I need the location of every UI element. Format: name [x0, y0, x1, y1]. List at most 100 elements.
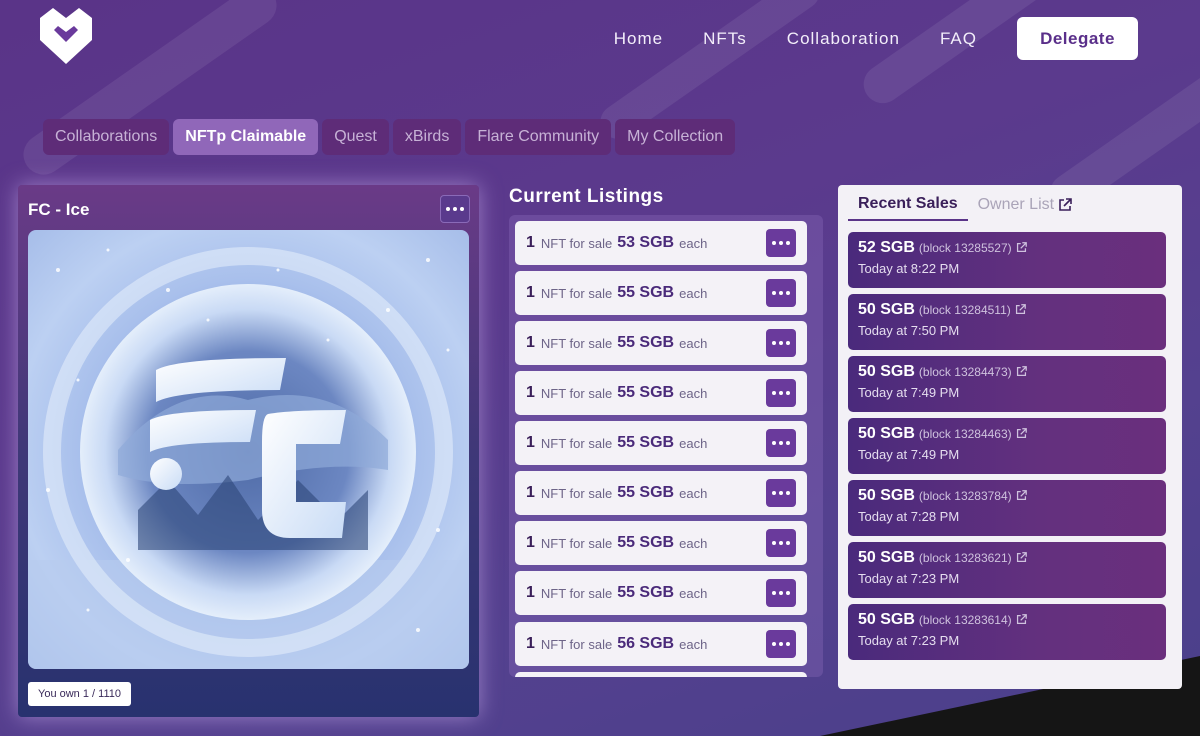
listing-price: 55 SGB [617, 584, 675, 601]
listing-options-button[interactable] [766, 429, 796, 457]
card-options-button[interactable] [440, 195, 470, 223]
sale-block[interactable]: (block 13283621) [919, 551, 1012, 565]
listing-label: NFT for sale [540, 485, 613, 501]
sale-item[interactable]: 50 SGB (block 13283621) Today at 7:23 PM [848, 542, 1166, 598]
listing-row: 1 NFT for sale 55 SGB each [515, 571, 807, 615]
listing-label: NFT for sale [540, 585, 613, 601]
listing-options-button[interactable] [766, 379, 796, 407]
sale-amount: 52 SGB [858, 239, 915, 256]
fc-ice-orb-icon [28, 247, 469, 669]
listing-options-button[interactable] [766, 479, 796, 507]
listing-unit: each [679, 585, 708, 601]
sale-item[interactable]: 50 SGB (block 13283614) Today at 7:23 PM [848, 604, 1166, 660]
listing-price: 56 SGB [617, 635, 675, 652]
sale-amount: 50 SGB [858, 611, 915, 628]
listing-unit: each [679, 485, 708, 501]
sale-item[interactable]: 50 SGB (block 13284463) Today at 7:49 PM [848, 418, 1166, 474]
listing-options-button[interactable] [766, 329, 796, 357]
tab-quest[interactable]: Quest [322, 119, 389, 155]
sale-time: Today at 7:50 PM [858, 323, 960, 338]
listing-unit: each [679, 235, 708, 251]
sale-amount: 50 SGB [858, 549, 915, 566]
sale-time: Today at 7:23 PM [858, 571, 960, 586]
sale-block[interactable]: (block 13284473) [919, 365, 1012, 379]
external-link-icon[interactable] [1016, 614, 1027, 625]
listing-label: NFT for sale [540, 435, 613, 451]
listing-unit: each [679, 385, 708, 401]
tab-owner-list[interactable]: Owner List [968, 193, 1082, 221]
external-link-icon[interactable] [1016, 552, 1027, 563]
external-link-icon[interactable] [1016, 490, 1027, 501]
tab-recent-sales[interactable]: Recent Sales [848, 193, 968, 221]
listing-qty: 1 [526, 635, 535, 652]
listing-price: 55 SGB [617, 334, 675, 351]
listing-unit: each [679, 535, 708, 551]
nft-image[interactable] [28, 230, 469, 669]
sale-amount: 50 SGB [858, 425, 915, 442]
sale-time: Today at 7:23 PM [858, 633, 960, 648]
listing-options-button[interactable] [766, 529, 796, 557]
listing-price: 55 SGB [617, 284, 675, 301]
sale-block[interactable]: (block 13285527) [919, 241, 1012, 255]
delegate-button[interactable]: Delegate [1017, 17, 1138, 60]
listing-row: 1 NFT for sale 55 SGB each [515, 271, 807, 315]
listing-options-button[interactable] [766, 630, 796, 658]
sale-item[interactable]: 50 SGB (block 13284511) Today at 7:50 PM [848, 294, 1166, 350]
sale-item[interactable]: 52 SGB (block 13285527) Today at 8:22 PM [848, 232, 1166, 288]
listing-row: 1 NFT for sale 55 SGB each [515, 421, 807, 465]
sale-amount: 50 SGB [858, 487, 915, 504]
sale-amount: 50 SGB [858, 301, 915, 318]
listing-price: 55 SGB [617, 534, 675, 551]
sales-panel: Recent Sales Owner List 52 SGB (block 132… [838, 185, 1182, 689]
listing-row: 1 NFT for sale 55 SGB each [515, 321, 807, 365]
listing-options-button[interactable] [766, 229, 796, 257]
tab-flare-community[interactable]: Flare Community [465, 119, 612, 155]
sale-item[interactable]: 50 SGB (block 13283784) Today at 7:28 PM [848, 480, 1166, 536]
ownership-badge: You own 1 / 1110 [28, 682, 131, 706]
sale-time: Today at 7:49 PM [858, 447, 960, 462]
listing-label: NFT for sale [540, 335, 613, 351]
sale-block[interactable]: (block 13283784) [919, 489, 1012, 503]
logo-icon[interactable] [40, 8, 92, 64]
tab-nftp-claimable[interactable]: NFTp Claimable [173, 119, 319, 155]
external-link-icon [1059, 198, 1072, 211]
listing-row: 1 NFT for sale 53 SGB each [515, 221, 807, 265]
listing-unit: each [679, 636, 708, 652]
tab-my-collection[interactable]: My Collection [615, 119, 736, 155]
nav-faq[interactable]: FAQ [940, 29, 977, 49]
external-link-icon[interactable] [1015, 304, 1026, 315]
sale-amount: 50 SGB [858, 363, 915, 380]
listing-row: 1 NFT for sale 55 SGB each [515, 371, 807, 415]
listing-label: NFT for sale [540, 535, 613, 551]
nft-card: FC - Ice You own 1 / 1110 [18, 185, 479, 717]
nav-nfts[interactable]: NFTs [703, 29, 747, 49]
listings-panel: 1 NFT for sale 53 SGB each 1 NFT for sal… [509, 215, 823, 677]
nft-title: FC - Ice [28, 200, 90, 219]
sale-time: Today at 7:28 PM [858, 509, 960, 524]
listing-unit: each [679, 285, 708, 301]
listing-qty: 1 [526, 434, 535, 451]
listing-qty: 1 [526, 534, 535, 551]
sale-time: Today at 8:22 PM [858, 261, 960, 276]
listing-row: 1 NFT for sale 56 SGB each [515, 622, 807, 666]
sale-time: Today at 7:49 PM [858, 385, 960, 400]
external-link-icon[interactable] [1016, 428, 1027, 439]
sale-block[interactable]: (block 13284511) [919, 303, 1011, 317]
listing-options-button[interactable] [766, 279, 796, 307]
listing-options-button[interactable] [766, 579, 796, 607]
nav-home[interactable]: Home [614, 29, 663, 49]
category-tabs: Collaborations NFTp Claimable Quest xBir… [43, 119, 739, 155]
listing-label: NFT for sale [540, 636, 613, 652]
listings-title: Current Listings [509, 186, 664, 207]
sale-item[interactable]: 50 SGB (block 13284473) Today at 7:49 PM [848, 356, 1166, 412]
listing-unit: each [679, 435, 708, 451]
external-link-icon[interactable] [1016, 366, 1027, 377]
listing-qty: 1 [526, 284, 535, 301]
sale-block[interactable]: (block 13284463) [919, 427, 1012, 441]
tab-collaborations[interactable]: Collaborations [43, 119, 170, 155]
sale-block[interactable]: (block 13283614) [919, 613, 1012, 627]
nav-collaboration[interactable]: Collaboration [787, 29, 900, 49]
listing-row: 1 NFT for sale 55 SGB each [515, 471, 807, 515]
tab-xbirds[interactable]: xBirds [392, 119, 462, 155]
external-link-icon[interactable] [1016, 242, 1027, 253]
